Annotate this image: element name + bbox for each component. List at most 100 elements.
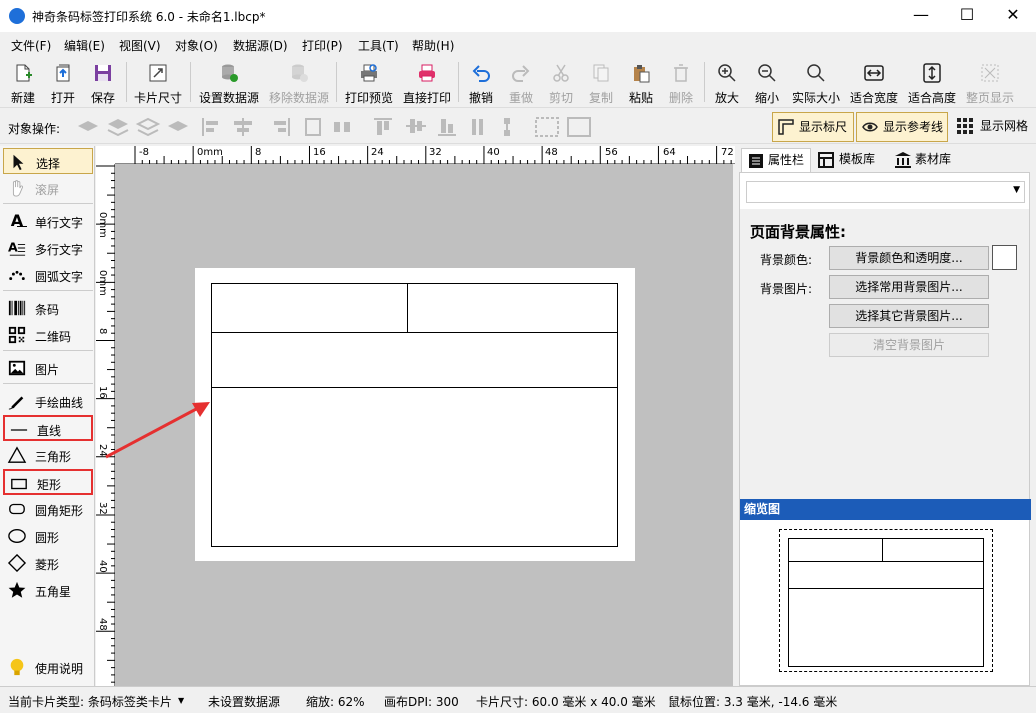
- minimize-button[interactable]: —: [898, 0, 944, 32]
- tab-templates[interactable]: 模板库: [813, 148, 887, 172]
- menu-file[interactable]: 文件(F): [11, 37, 51, 54]
- tool-arc-text[interactable]: 圆弧文字: [3, 262, 93, 288]
- maximize-button[interactable]: ☐: [944, 0, 990, 32]
- horizontal-ruler[interactable]: -8 0mm 8 16 24 32 40 48 56 64 72: [115, 146, 735, 164]
- tool-rectangle[interactable]: 矩形: [3, 469, 93, 495]
- tool-multi-text[interactable]: A 多行文字: [3, 235, 93, 261]
- status-zoom: 缩放: 62%: [306, 695, 365, 709]
- tool-select[interactable]: 选择: [3, 148, 93, 174]
- list-icon: [749, 154, 763, 168]
- actual-size-button[interactable]: 实际大小: [790, 60, 842, 106]
- status-card-type[interactable]: 当前卡片类型: 条码标签类卡片: [8, 693, 172, 710]
- show-guides-toggle[interactable]: 显示参考线: [856, 112, 948, 142]
- new-label: 新建: [10, 91, 35, 105]
- tab-properties[interactable]: 属性栏: [741, 148, 811, 172]
- undo-button[interactable]: 撤销: [462, 60, 500, 106]
- tool-barcode[interactable]: 条码: [3, 295, 93, 321]
- set-datasource-button[interactable]: 设置数据源: [196, 60, 262, 106]
- object-select-dropdown[interactable]: ▼: [746, 181, 1025, 203]
- tool-rounded-rect[interactable]: 圆角矩形: [3, 496, 93, 522]
- outer-rectangle[interactable]: [211, 283, 618, 547]
- thumbnail-preview[interactable]: [779, 529, 993, 672]
- rounded-rect-icon: [9, 503, 25, 515]
- menu-tools[interactable]: 工具(T): [358, 37, 399, 54]
- remove-datasource-button[interactable]: 移除数据源: [266, 60, 332, 106]
- print-preview-button[interactable]: 打印预览: [342, 60, 396, 106]
- tool-qrcode[interactable]: 二维码: [3, 322, 93, 348]
- delete-button[interactable]: 删除: [662, 60, 700, 106]
- show-grid-toggle[interactable]: 显示网格: [952, 112, 1032, 142]
- preview-title: 缩览图: [740, 499, 1031, 520]
- copy-button[interactable]: 复制: [582, 60, 620, 106]
- tab-materials[interactable]: 素材库: [889, 148, 963, 172]
- qrcode-icon: [8, 326, 26, 344]
- chevron-down-icon[interactable]: ▼: [178, 696, 184, 705]
- delete-label: 删除: [668, 91, 693, 105]
- fit-height-button[interactable]: 适合高度: [906, 60, 958, 106]
- right-panel: 属性栏 模板库 素材库 ▼ 页面背景属性: 背景颜色: 背景颜色和透明度... …: [737, 146, 1034, 686]
- paste-label: 粘贴: [628, 91, 653, 105]
- thumb-line: [788, 561, 984, 562]
- save-button[interactable]: 保存: [84, 60, 122, 106]
- eye-icon: [862, 122, 878, 132]
- redo-button[interactable]: 重做: [502, 60, 540, 106]
- menu-object[interactable]: 对象(O): [175, 37, 218, 54]
- menu-view[interactable]: 视图(V): [119, 37, 161, 54]
- direct-print-button[interactable]: 直接打印: [400, 60, 454, 106]
- main-toolbar: 新建 打开 保存 卡片尺寸 设置数据源 移除数据源 打印预览 直接打印 撤销 重…: [0, 56, 1036, 108]
- tool-diamond[interactable]: 菱形: [3, 550, 93, 576]
- tool-line[interactable]: 直线: [3, 415, 93, 441]
- tool-palette: 选择 滚屏 A 单行文字 A 多行文字 圆弧文字 条码 二维码 图片 手绘曲线 …: [0, 146, 95, 686]
- menu-print[interactable]: 打印(P): [302, 37, 343, 54]
- ruler-label: 16: [313, 147, 326, 158]
- show-ruler-label: 显示标尺: [799, 120, 848, 134]
- bg-color-button[interactable]: 背景颜色和透明度...: [829, 246, 989, 270]
- copy-label: 复制: [588, 91, 613, 105]
- common-bg-button[interactable]: 选择常用背景图片...: [829, 275, 989, 299]
- horizontal-line[interactable]: [211, 387, 618, 388]
- menu-datasource[interactable]: 数据源(D): [233, 37, 288, 54]
- tool-circle[interactable]: 圆形: [3, 523, 93, 549]
- ruler-label: 0mm: [197, 147, 223, 158]
- paste-button[interactable]: 粘贴: [622, 60, 660, 106]
- tool-help[interactable]: 使用说明: [3, 654, 93, 680]
- menu-edit[interactable]: 编辑(E): [64, 37, 105, 54]
- undo-label: 撤销: [468, 91, 493, 105]
- open-button[interactable]: 打开: [44, 60, 82, 106]
- zoom-out-button[interactable]: 缩小: [748, 60, 786, 106]
- fit-width-button[interactable]: 适合宽度: [848, 60, 900, 106]
- toolbar-separator: [458, 62, 459, 102]
- save-label: 保存: [90, 91, 115, 105]
- toolbar-separator: [190, 62, 191, 102]
- show-ruler-toggle[interactable]: 显示标尺: [772, 112, 854, 142]
- fit-page-button[interactable]: 整页显示: [964, 60, 1016, 106]
- tool-separator: [3, 350, 93, 351]
- tool-image[interactable]: 图片: [3, 355, 93, 381]
- ruler-label: 48: [545, 147, 558, 158]
- menu-help[interactable]: 帮助(H): [412, 37, 454, 54]
- toolbar-separator: [704, 62, 705, 102]
- toolbar-separator: [126, 62, 127, 102]
- cut-button[interactable]: 剪切: [542, 60, 580, 106]
- zoom-in-label: 放大: [714, 91, 739, 105]
- tool-star[interactable]: 五角星: [3, 577, 93, 603]
- color-swatch[interactable]: [992, 245, 1017, 270]
- rectangle-icon: [11, 478, 27, 490]
- card-size-button[interactable]: 卡片尺寸: [131, 60, 185, 106]
- ruler-label: 56: [605, 147, 618, 158]
- horizontal-line[interactable]: [211, 332, 618, 333]
- close-button[interactable]: ✕: [990, 0, 1036, 32]
- zoom-out-label: 缩小: [754, 91, 779, 105]
- vertical-line[interactable]: [407, 283, 408, 333]
- tool-scroll[interactable]: 滚屏: [3, 175, 93, 201]
- tool-triangle[interactable]: 三角形: [3, 442, 93, 468]
- tool-freehand[interactable]: 手绘曲线: [3, 388, 93, 414]
- zoom-in-button[interactable]: 放大: [708, 60, 746, 106]
- bg-image-label: 背景图片:: [760, 282, 813, 296]
- tool-single-text[interactable]: A 单行文字: [3, 208, 93, 234]
- new-button[interactable]: 新建: [4, 60, 42, 106]
- other-bg-button[interactable]: 选择其它背景图片...: [829, 304, 989, 328]
- clear-bg-button[interactable]: 清空背景图片: [829, 333, 989, 357]
- label-card[interactable]: [195, 268, 635, 561]
- status-dpi: 画布DPI: 300: [384, 695, 459, 709]
